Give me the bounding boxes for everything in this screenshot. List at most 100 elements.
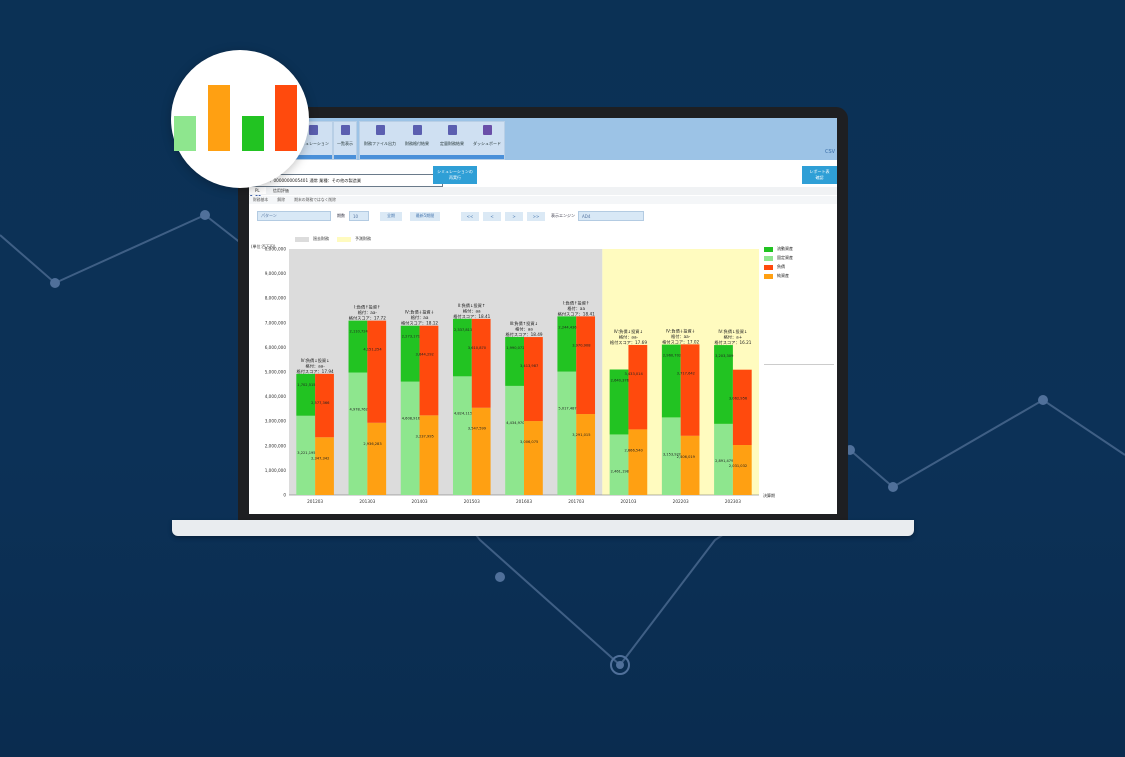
rating-annotation: 格付スコア：17.02 — [662, 338, 699, 345]
recent-periods-button[interactable]: 最新5期間 — [410, 211, 440, 221]
legend-past: 過去財務 — [295, 236, 329, 242]
laptop-base — [172, 520, 914, 536]
tab-pl[interactable]: PL — [249, 187, 266, 194]
main-tabs: PL 信用評価 — [249, 187, 837, 195]
y-tick-label: 9,000,000 — [265, 271, 287, 276]
csv-label: CSV — [825, 149, 836, 155]
subtab-remove[interactable]: 解除 — [273, 196, 289, 204]
legend-forecast: 予測財務 — [337, 236, 371, 242]
data-label: 3,717,642 — [677, 371, 695, 375]
data-label: 3,610,870 — [468, 346, 487, 350]
liability-bar-segment — [315, 437, 334, 495]
data-label: 3,237,995 — [416, 434, 434, 438]
logo-bar — [275, 85, 297, 151]
data-label: 4,824,115 — [454, 411, 472, 415]
display-engine-select[interactable]: AD4 — [578, 211, 644, 221]
rating-result-button[interactable]: 財務格付結果 — [400, 122, 434, 159]
dashboard-icon — [482, 125, 492, 135]
report-confirm-button[interactable]: レポート表 確認 — [802, 166, 837, 184]
data-label: 2,666,540 — [624, 448, 643, 452]
data-label: 2,640,376 — [611, 379, 630, 383]
y-tick-label: 2,000,000 — [265, 443, 287, 448]
y-tick-label: 5,000,000 — [265, 370, 287, 375]
asset-bar-segment — [505, 336, 524, 386]
y-tick-label: 4,000,000 — [265, 394, 287, 399]
period-select[interactable]: 10 — [349, 211, 369, 221]
logo-bar — [208, 85, 230, 151]
asset-bar-segment — [348, 372, 368, 495]
data-label: 4,434,970 — [506, 421, 525, 425]
data-label: 3,547,599 — [468, 427, 487, 431]
data-label: 2,244,436 — [558, 325, 577, 329]
sub-tabs: 財務基本 解除 期末の財務ではなく削除 — [249, 196, 837, 204]
rating-annotation: 格付スコア：18.41 — [558, 310, 595, 317]
liability-bar-segment — [471, 407, 491, 495]
rerun-simulation-button[interactable]: シミュレーションの 再実行 — [433, 166, 477, 184]
data-label: 2,110,724 — [350, 330, 369, 334]
rating-annotation: 格付スコア：18.41 — [453, 313, 490, 320]
subtab-remove-all[interactable]: 期末の財務ではなく削除 — [290, 196, 340, 204]
liability-bar-segment — [471, 318, 491, 408]
chart-controls: パターン 期数 10 全期 最新5期間 << < > >> 表示エンジン AD4 — [249, 211, 837, 223]
document-icon — [447, 125, 457, 135]
liability-bar-segment — [367, 320, 387, 423]
pattern-select[interactable]: パターン — [257, 211, 331, 221]
y-tick-label: 1,000,000 — [265, 468, 287, 473]
liability-bar-segment — [680, 435, 700, 495]
data-label: 2,577,366 — [311, 401, 330, 405]
simulation-icon — [308, 125, 318, 135]
data-label: 1,702,515 — [297, 383, 315, 387]
x-tick-label: 201303 — [359, 499, 375, 504]
y-tick-label: 0 — [283, 493, 286, 498]
data-label: 4,151,254 — [363, 348, 382, 352]
logo-bar — [242, 116, 264, 151]
y-tick-label: 3,000,000 — [265, 419, 287, 424]
data-label: 3,413,987 — [520, 364, 538, 368]
x-tick-label: 201503 — [464, 499, 480, 504]
data-label: 2,347,342 — [311, 456, 329, 460]
prev-page-button[interactable]: < — [483, 211, 501, 221]
x-tick-label: 201203 — [307, 499, 323, 504]
subtab-basic[interactable]: 財務基本 — [249, 196, 272, 204]
asset-bar-segment — [348, 320, 368, 373]
all-periods-button[interactable]: 全期 — [380, 211, 402, 221]
ribbon-group-reports: 財務ファイル出力 財務格付結果 定量財務結果 ダッシュボード — [359, 121, 505, 160]
data-label: 2,960,702 — [663, 354, 681, 358]
liability-bar-segment — [419, 415, 439, 495]
data-label: 3,062,956 — [729, 397, 748, 401]
liability-bar-segment — [628, 429, 648, 495]
liability-bar-segment — [367, 422, 387, 495]
data-label: 2,031,032 — [729, 464, 747, 468]
data-label: 3,006,075 — [520, 440, 538, 444]
quantitative-result-button[interactable]: 定量財務結果 — [434, 122, 470, 159]
logo-bar — [174, 116, 196, 151]
data-label: 3,644,292 — [416, 353, 434, 357]
data-label: 2,891,479 — [715, 459, 734, 463]
list-view-button[interactable]: 一覧表示 — [334, 122, 356, 159]
data-label: 3,970,908 — [572, 343, 591, 347]
rating-annotation: 格付スコア：17.72 — [349, 315, 386, 322]
balance-sheet-chart: 0 1,000,000 2,000,000 3,000,000 4,000,000 5,0… — [251, 243, 775, 504]
asset-bar-segment — [609, 434, 629, 495]
asset-bar-segment — [296, 373, 316, 416]
file-icon — [375, 125, 385, 135]
list-icon — [340, 125, 350, 135]
tab-credit[interactable]: 信用評価 — [267, 187, 295, 195]
financial-file-output-button[interactable]: 財務ファイル出力 — [360, 122, 400, 159]
next-page-button[interactable]: > — [505, 211, 523, 221]
liability-bar-segment — [732, 369, 752, 446]
data-label: 5,017,487 — [558, 407, 576, 411]
dashboard-button[interactable]: ダッシュボード — [470, 122, 504, 159]
y-tick-label: 8,000,000 — [265, 296, 287, 301]
x-tick-label: 202203 — [673, 499, 689, 504]
rating-annotation: 格付スコア：18.12 — [401, 320, 438, 327]
display-engine-label: 表示エンジン — [551, 213, 575, 218]
last-page-button[interactable]: >> — [527, 211, 545, 221]
past-period-band — [289, 249, 603, 495]
first-page-button[interactable]: << — [461, 211, 479, 221]
data-label: 4,978,762 — [350, 408, 368, 412]
liability-bar-segment — [524, 337, 543, 422]
app-logo — [171, 50, 309, 188]
rating-annotation: 格付スコア：16.21 — [714, 339, 751, 346]
y-axis-label: (単位:百万円) — [251, 243, 276, 249]
